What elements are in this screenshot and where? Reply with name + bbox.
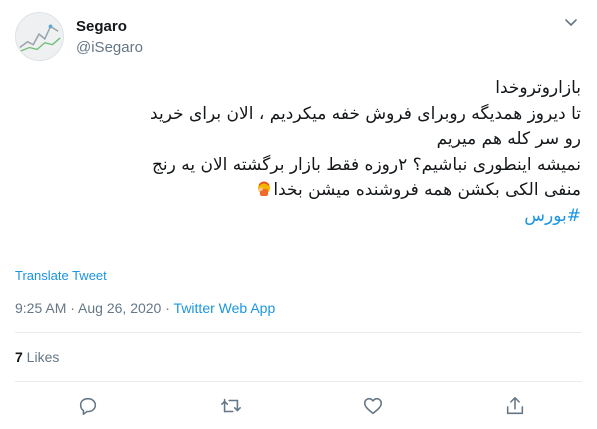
meta-separator: · bbox=[66, 300, 79, 316]
action-bar bbox=[0, 395, 597, 419]
share-icon[interactable] bbox=[504, 395, 526, 417]
divider bbox=[15, 332, 582, 333]
likes-count[interactable]: 7 Likes bbox=[15, 349, 59, 365]
likes-label: Likes bbox=[22, 349, 60, 365]
tweet-line: بازاروتروخدا bbox=[495, 78, 581, 98]
tweet-meta: 9:25 AM · Aug 26, 2020 · Twitter Web App bbox=[15, 300, 275, 316]
tweet-date[interactable]: Aug 26, 2020 bbox=[78, 300, 161, 316]
tweet-line: نمیشه اینطوری نباشیم؟ ۲روزه فقط بازار بر… bbox=[151, 154, 581, 175]
likes-number: 7 bbox=[15, 349, 23, 365]
translate-tweet-link[interactable]: Translate Tweet bbox=[15, 268, 107, 283]
tweet-line: رو سر کله هم میریم bbox=[436, 129, 581, 149]
tweet-line: منفی الکی بکشن همه فروشنده میشن بخدا bbox=[273, 180, 581, 200]
hashtag-link[interactable]: #بورس bbox=[15, 204, 581, 230]
tweet-line: تا دیروز همدیگه روبرای فروش خفه میکردیم … bbox=[150, 103, 581, 124]
chevron-down-icon[interactable] bbox=[563, 14, 579, 30]
tweet-header: Segaro @iSegaro bbox=[15, 12, 585, 62]
heart-icon[interactable] bbox=[362, 395, 384, 417]
author-name[interactable]: Segaro bbox=[76, 18, 127, 35]
tweet-source-link[interactable]: Twitter Web App bbox=[174, 300, 276, 316]
reply-icon[interactable] bbox=[77, 395, 99, 417]
avatar[interactable] bbox=[15, 12, 64, 61]
tweet-line-with-emoji: منفی الکی بکشن همه فروشنده میشن بخدا bbox=[15, 178, 581, 204]
author-handle[interactable]: @iSegaro bbox=[76, 39, 143, 56]
retweet-icon[interactable] bbox=[220, 395, 242, 417]
divider bbox=[15, 381, 582, 382]
facepalm-emoji-icon bbox=[255, 180, 273, 198]
tweet-text: بازاروتروخدا تا دیروز همدیگه روبرای فروش… bbox=[15, 76, 581, 229]
meta-separator: · bbox=[161, 300, 174, 316]
tweet-time[interactable]: 9:25 AM bbox=[15, 300, 66, 316]
